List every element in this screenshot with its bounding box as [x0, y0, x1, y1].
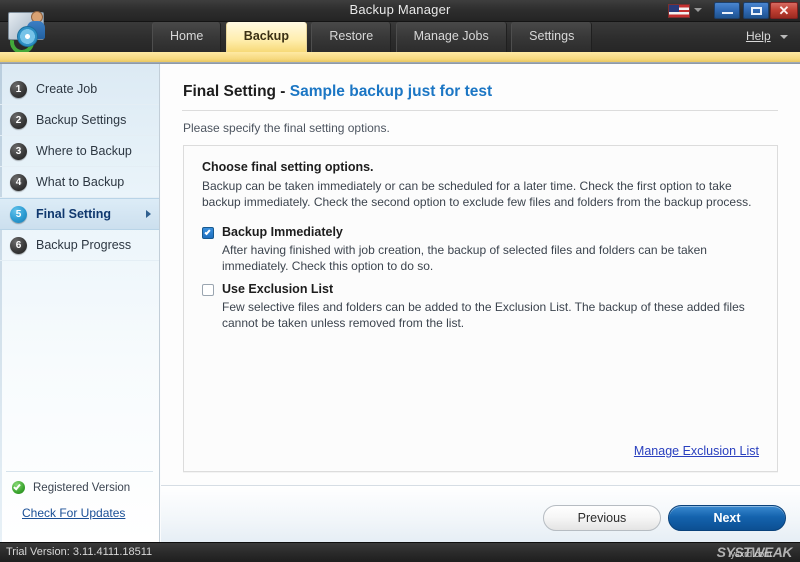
- option-use-exclusion-list: Use Exclusion List Few selective files a…: [202, 282, 758, 331]
- backup-immediately-checkbox[interactable]: [202, 227, 214, 239]
- window-body: 1 Create Job 2 Backup Settings 3 Where t…: [0, 63, 800, 542]
- option-description: After having finished with job creation,…: [222, 243, 707, 273]
- tab-home[interactable]: Home: [152, 22, 222, 52]
- maximize-icon: [751, 7, 762, 15]
- help-label: Help: [745, 29, 771, 43]
- sidebar-footer: Registered Version Check For Updates: [0, 471, 159, 520]
- nav-bar: Home Backup Restore Manage Jobs Settings…: [0, 11, 800, 59]
- next-button[interactable]: Next: [668, 505, 786, 531]
- chevron-down-icon: [780, 34, 788, 39]
- chevron-right-icon: [146, 210, 151, 218]
- wizard-footer: Previous Next: [161, 485, 800, 542]
- check-for-updates-link[interactable]: Check For Updates: [0, 506, 159, 520]
- divider: [182, 110, 778, 111]
- step-number-badge: 2: [10, 111, 27, 129]
- sidebar-item-label: Final Setting: [36, 207, 111, 221]
- status-bar: Trial Version: 3.11.4111.18511 SYSTWEAK …: [0, 542, 800, 562]
- close-icon: ✕: [778, 3, 790, 18]
- registered-label: Registered Version: [33, 481, 131, 494]
- step-number-badge: 3: [10, 142, 27, 160]
- title-bar: Backup Manager ✕: [0, 0, 800, 22]
- manage-exclusion-list-link[interactable]: Manage Exclusion List: [634, 444, 759, 458]
- page-subtitle: Please specify the final setting options…: [183, 121, 390, 135]
- trial-version-label: Trial Version: 3.11.4111.18511: [6, 546, 153, 558]
- tab-list: Home Backup Restore Manage Jobs Settings: [152, 22, 593, 52]
- job-name: Sample backup just for test: [289, 83, 493, 100]
- close-button[interactable]: ✕: [770, 2, 798, 19]
- divider: [6, 471, 153, 472]
- tab-settings[interactable]: Settings: [511, 22, 593, 52]
- check-circle-icon: [12, 481, 25, 494]
- sidebar-item-backup-settings[interactable]: 2 Backup Settings: [0, 105, 159, 136]
- use-exclusion-list-checkbox[interactable]: [202, 284, 214, 296]
- sidebar-item-create-job[interactable]: 1 Create Job: [0, 74, 159, 105]
- minimize-button[interactable]: [714, 2, 740, 19]
- vendor-watermark: SYSTWEAK ysxrd.com: [717, 544, 793, 560]
- sidebar-item-label: Backup Progress: [36, 238, 132, 252]
- option-description: Few selective files and folders can be a…: [222, 300, 745, 330]
- sidebar-item-where-to-backup[interactable]: 3 Where to Backup: [0, 136, 159, 167]
- settings-panel: Choose final setting options. Backup can…: [183, 145, 778, 472]
- main-content: Final Setting - Sample backup just for t…: [161, 64, 800, 542]
- us-flag-icon[interactable]: [668, 4, 690, 18]
- minimize-icon: [722, 12, 733, 14]
- sidebar-item-final-setting[interactable]: 5 Final Setting: [0, 198, 159, 230]
- option-row: Use Exclusion List: [202, 282, 758, 296]
- tab-restore[interactable]: Restore: [311, 22, 392, 52]
- option-backup-immediately: Backup Immediately After having finished…: [202, 225, 758, 274]
- step-number-badge: 5: [10, 205, 27, 223]
- backup-manager-window: Backup Manager ✕ Home Backup Restore Man…: [0, 0, 800, 562]
- sidebar-item-what-to-backup[interactable]: 4 What to Backup: [0, 167, 159, 198]
- option-label: Use Exclusion List: [222, 282, 334, 296]
- watermark-subtext: ysxrd.com: [730, 549, 772, 559]
- registered-status: Registered Version: [0, 481, 159, 494]
- sidebar-item-backup-progress[interactable]: 6 Backup Progress: [0, 230, 159, 261]
- wizard-sidebar: 1 Create Job 2 Backup Settings 3 Where t…: [0, 64, 160, 542]
- page-title: Final Setting - Sample backup just for t…: [183, 83, 492, 101]
- page-title-prefix: Final Setting -: [183, 83, 290, 100]
- step-number-badge: 4: [10, 173, 27, 191]
- app-logo-icon: [5, 6, 54, 59]
- panel-heading: Choose final setting options.: [202, 160, 374, 174]
- sidebar-item-label: Backup Settings: [36, 113, 127, 127]
- accent-strip: [0, 52, 800, 63]
- help-menu[interactable]: Help: [746, 29, 788, 43]
- maximize-button[interactable]: [743, 2, 769, 19]
- sidebar-item-label: Where to Backup: [36, 144, 132, 158]
- step-number-badge: 6: [10, 236, 27, 254]
- panel-description: Backup can be taken immediately or can b…: [202, 179, 752, 209]
- tab-manage-jobs[interactable]: Manage Jobs: [395, 22, 507, 52]
- disc-icon: [17, 26, 38, 47]
- chevron-down-icon[interactable]: [694, 8, 702, 12]
- previous-button[interactable]: Previous: [543, 505, 661, 531]
- sidebar-item-label: Create Job: [36, 82, 98, 96]
- step-number-badge: 1: [10, 80, 27, 98]
- option-row: Backup Immediately: [202, 225, 758, 239]
- option-label: Backup Immediately: [222, 225, 343, 239]
- sidebar-item-label: What to Backup: [36, 175, 125, 189]
- tab-backup[interactable]: Backup: [225, 22, 307, 52]
